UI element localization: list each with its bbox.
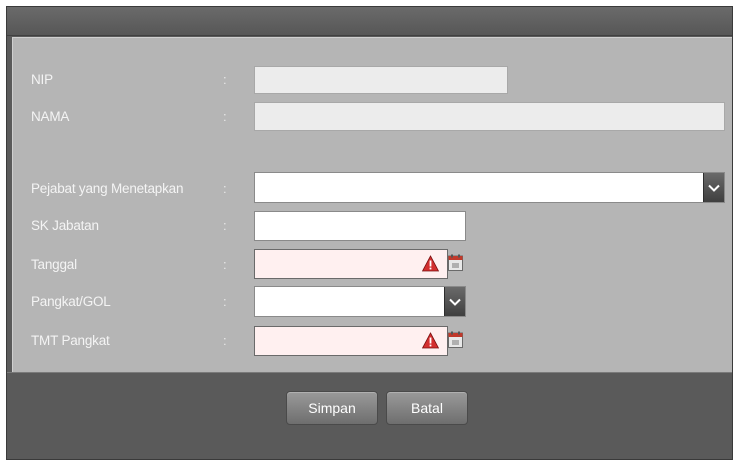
dialog-titlebar[interactable] — [7, 7, 732, 36]
nip-field[interactable] — [254, 66, 508, 94]
tmt-pangkat-field[interactable] — [254, 326, 448, 356]
cancel-button[interactable]: Batal — [386, 391, 468, 425]
pangkat-gol-dropdown-button[interactable] — [444, 287, 465, 316]
label-nip: NIP — [31, 72, 53, 87]
label-pangkat-gol: Pangkat/GOL — [31, 294, 111, 309]
label-tmt-pangkat: TMT Pangkat — [31, 333, 110, 348]
sk-jabatan-field[interactable] — [254, 211, 466, 241]
chevron-down-icon — [449, 298, 461, 306]
calendar-icon[interactable] — [448, 331, 463, 348]
label-nama: NAMA — [31, 109, 70, 124]
warning-icon — [422, 255, 439, 272]
pangkat-gol-select[interactable] — [254, 286, 466, 317]
colon-nip: : — [223, 72, 227, 87]
pejabat-dropdown-button[interactable] — [703, 173, 724, 202]
colon-pangkat-gol: : — [223, 294, 227, 309]
chevron-down-icon — [708, 184, 720, 192]
calendar-icon[interactable] — [448, 254, 463, 271]
form-body: NIP : NAMA : Pejabat yang Menetapkan : S… — [12, 37, 732, 372]
nama-field[interactable] — [254, 102, 725, 131]
warning-icon — [422, 332, 439, 349]
dialog-window: NIP : NAMA : Pejabat yang Menetapkan : S… — [6, 6, 733, 460]
tanggal-field[interactable] — [254, 249, 448, 279]
label-tanggal: Tanggal — [31, 257, 77, 272]
colon-tmt-pangkat: : — [223, 333, 227, 348]
save-button[interactable]: Simpan — [286, 391, 378, 425]
label-sk-jabatan: SK Jabatan — [31, 218, 99, 233]
dialog-footer: Simpan Batal — [7, 372, 732, 459]
colon-sk-jabatan: : — [223, 218, 227, 233]
label-pejabat: Pejabat yang Menetapkan — [31, 181, 184, 196]
pejabat-select[interactable] — [254, 172, 725, 203]
colon-tanggal: : — [223, 257, 227, 272]
colon-pejabat: : — [223, 181, 227, 196]
colon-nama: : — [223, 109, 227, 124]
